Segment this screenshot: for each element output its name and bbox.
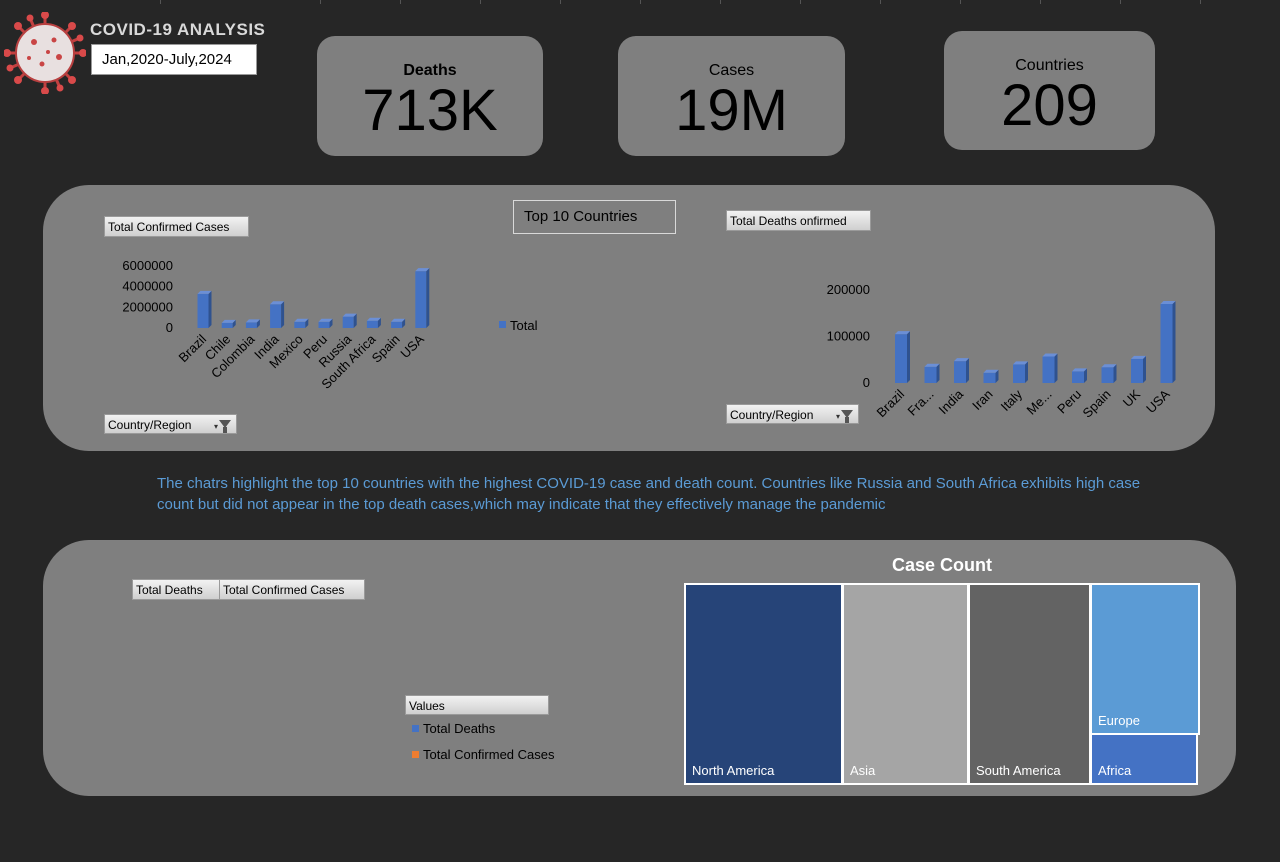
bar-uk	[1131, 358, 1143, 383]
treemap-label: Europe	[1098, 713, 1140, 728]
x-tick-label: Italy	[998, 386, 1026, 414]
treemap-africa[interactable]: Africa	[1090, 733, 1198, 785]
bar-india-side	[966, 358, 969, 383]
values-legend-header: Values	[405, 695, 549, 715]
treemap-title: Case Count	[891, 555, 992, 575]
bar-brazil-side	[208, 290, 212, 328]
bar-south-africa	[366, 320, 378, 328]
bar-mexico	[294, 321, 306, 328]
y-tick-label: 2000000	[122, 299, 173, 314]
x-tick-label: Peru	[1054, 387, 1084, 417]
bar-spain-side	[1113, 364, 1117, 383]
y-tick-label: 100000	[827, 329, 870, 344]
bar-peru	[1072, 371, 1084, 383]
bar-india-side	[281, 301, 285, 328]
treemap-label: Africa	[1098, 763, 1132, 778]
bar-fra--side	[936, 363, 940, 383]
treemap-label: South America	[976, 763, 1061, 778]
y-tick-label: 6000000	[122, 258, 173, 273]
bar-italy-side	[1025, 361, 1028, 383]
y-tick-label: 4000000	[122, 279, 173, 294]
legend-cases-swatch	[412, 751, 419, 758]
x-tick-label: Me...	[1024, 387, 1055, 418]
bar-spain	[1101, 367, 1114, 383]
bar-colombia	[245, 322, 257, 328]
x-tick-label: Brazil	[874, 386, 908, 420]
bar-brazil	[197, 293, 209, 328]
x-tick-label: Spain	[1080, 387, 1114, 421]
legend-cases-label: Total Confirmed Cases	[423, 747, 555, 762]
y-tick-label: 200000	[827, 282, 870, 297]
bar-me--side	[1054, 353, 1058, 383]
treemap-north-america[interactable]: North America	[684, 583, 843, 785]
total-cases-field-button[interactable]: Total Confirmed Cases	[219, 579, 365, 600]
legend-deaths-label: Total Deaths	[423, 721, 496, 736]
legend-total-label: Total	[510, 318, 538, 333]
bar-usa	[1160, 303, 1173, 383]
treemap-europe[interactable]: Europe	[1090, 583, 1200, 735]
insight-description: The chatrs highlight the top 10 countrie…	[157, 475, 1141, 513]
bar-india	[270, 304, 282, 328]
x-tick-label: India	[936, 386, 967, 417]
bar-usa	[415, 271, 427, 328]
bar-uk-side	[1143, 355, 1146, 383]
bar-spain	[391, 321, 403, 328]
x-tick-label: Iran	[969, 387, 995, 413]
legend-total-swatch	[499, 321, 506, 328]
treemap-asia[interactable]: Asia	[842, 583, 969, 785]
x-tick-label: UK	[1120, 386, 1144, 410]
bar-fra-	[924, 366, 937, 383]
x-tick-label: USA	[397, 331, 427, 361]
treemap-label: Asia	[850, 763, 876, 778]
treemap-label: North America	[692, 763, 775, 778]
bar-brazil	[895, 334, 907, 383]
x-tick-label: Fra...	[905, 387, 937, 419]
bar-me-	[1042, 356, 1055, 383]
bar-iran	[983, 372, 996, 383]
legend-deaths-swatch	[412, 725, 419, 732]
bar-peru	[318, 321, 330, 328]
bar-chile	[221, 322, 233, 328]
x-tick-label: Brazil	[176, 331, 210, 365]
total-deaths-field-button[interactable]: Total Deaths	[132, 579, 220, 600]
bar-russia	[342, 316, 354, 328]
y-tick-label: 0	[863, 375, 870, 390]
treemap-south-america[interactable]: South America	[968, 583, 1091, 785]
x-tick-label: Spain	[369, 332, 403, 366]
bar-usa-side	[426, 268, 430, 328]
y-tick-label: 0	[166, 320, 173, 335]
bar-italy	[1013, 364, 1025, 383]
bar-brazil-side	[907, 331, 910, 383]
x-tick-label: USA	[1143, 386, 1173, 416]
bar-india	[954, 361, 966, 383]
bar-usa-side	[1172, 300, 1176, 383]
